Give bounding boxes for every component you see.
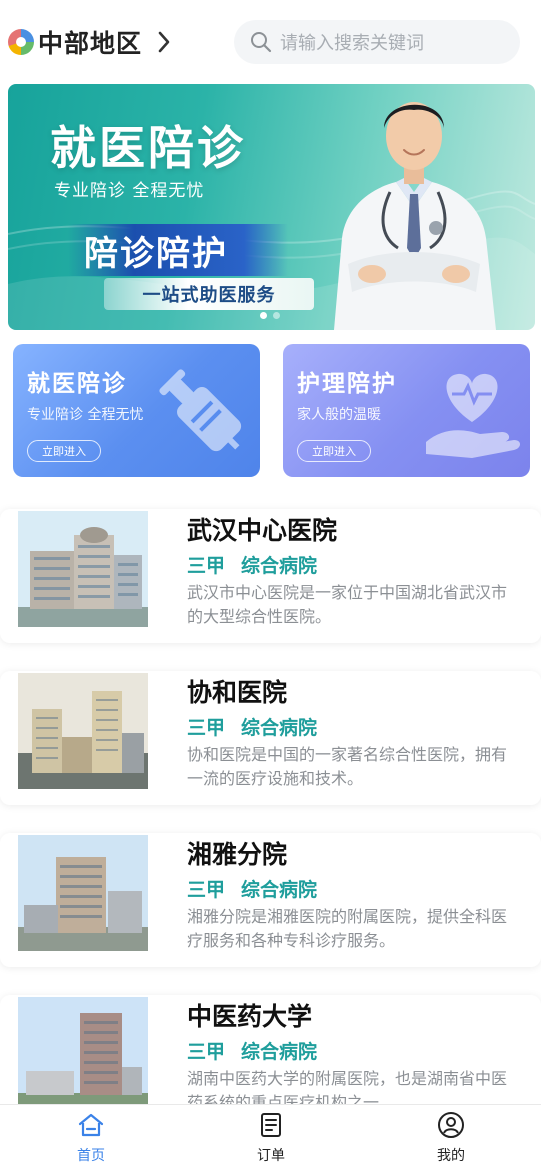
hospital-photo: [18, 673, 148, 789]
hospital-photo: [18, 997, 148, 1113]
hospital-type-tag: 综合病院: [241, 555, 318, 577]
hospital-card[interactable]: 湘雅分院 三甲 综合病院 湘雅分院是湘雅医院的附属医院，提供全科医疗服务和各种专…: [0, 833, 541, 967]
search-bar[interactable]: 请输入搜索关键词: [234, 20, 520, 64]
search-placeholder: 请输入搜索关键词: [280, 33, 424, 54]
doctor-illustration: [334, 102, 496, 330]
carousel-dot[interactable]: [260, 312, 267, 319]
search-icon: [250, 31, 272, 53]
hospital-level-tag: 三甲: [187, 879, 226, 901]
hospital-name: 中医药大学: [187, 1002, 313, 1031]
tab-label: 我的: [437, 1148, 465, 1164]
service-title: 就医陪诊: [27, 371, 127, 397]
service-card-escort[interactable]: 就医陪诊 专业陪诊 全程无忧 立即进入: [13, 344, 260, 477]
syringe-icon: [159, 369, 242, 452]
map-pin-icon: [8, 29, 34, 55]
hospital-name: 湘雅分院: [187, 840, 288, 869]
banner-tag-text: 陪诊陪护: [84, 233, 228, 274]
order-icon: [261, 1113, 281, 1137]
tab-label: 订单: [257, 1148, 285, 1164]
banner-subtitle: 专业陪诊 全程无忧: [54, 181, 205, 201]
tab-label: 首页: [77, 1148, 105, 1164]
hospital-card[interactable]: 武汉中心医院 三甲 综合病院 武汉市中心医院是一家位于中国湖北省武汉市的大型综合…: [0, 509, 541, 643]
hospital-tags: 三甲 综合病院: [187, 713, 317, 740]
hospital-tags: 三甲 综合病院: [187, 1037, 317, 1064]
service-subtitle: 家人般的温暖: [297, 407, 381, 423]
hospital-card[interactable]: 协和医院 三甲 综合病院 协和医院是中国的一家著名综合性医院，拥有一流的医疗设施…: [0, 671, 541, 805]
enter-button[interactable]: 立即进入: [27, 440, 101, 462]
carousel-dot[interactable]: [273, 312, 280, 319]
tab-orders[interactable]: 订单: [226, 1111, 316, 1165]
bottom-tab-bar: 首页 订单 我的: [0, 1104, 541, 1170]
region-name: 中部地区: [38, 29, 143, 58]
enter-button[interactable]: 立即进入: [297, 440, 371, 462]
banner-title: 就医陪诊: [50, 121, 246, 175]
hospital-type-tag: 综合病院: [241, 1041, 318, 1063]
tab-home[interactable]: 首页: [46, 1111, 136, 1165]
service-subtitle: 专业陪诊 全程无忧: [27, 407, 144, 423]
service-title: 护理陪护: [297, 371, 397, 397]
heart-hand-icon: [426, 373, 520, 458]
home-icon: [78, 1113, 104, 1137]
banner-strip: 一站式助医服务: [104, 278, 314, 310]
hospital-photo: [18, 511, 148, 627]
top-header: 中部地区 请输入搜索关键词: [0, 0, 541, 84]
hospital-tags: 三甲 综合病院: [187, 551, 317, 578]
hospital-level-tag: 三甲: [187, 555, 226, 577]
profile-icon: [438, 1112, 464, 1138]
tab-profile[interactable]: 我的: [406, 1111, 496, 1165]
chevron-right-icon: [154, 31, 174, 53]
region-selector[interactable]: 中部地区: [8, 24, 174, 60]
promo-banner[interactable]: 就医陪诊 专业陪诊 全程无忧 陪诊陪护 一站式助医服务: [8, 84, 535, 330]
service-card-nursing[interactable]: 护理陪护 家人般的温暖 立即进入: [283, 344, 530, 477]
hospital-tags: 三甲 综合病院: [187, 875, 317, 902]
hospital-type-tag: 综合病院: [241, 717, 318, 739]
hospital-name: 协和医院: [187, 678, 288, 707]
carousel-dots: [260, 312, 280, 319]
hospital-photo: [18, 835, 148, 951]
banner-strip-text: 一站式助医服务: [142, 285, 276, 306]
hospital-level-tag: 三甲: [187, 1041, 226, 1063]
hospital-level-tag: 三甲: [187, 717, 226, 739]
hospital-description: 协和医院是中国的一家著名综合性医院，拥有一流的医疗设施和技术。: [187, 745, 508, 788]
hospital-description: 武汉市中心医院是一家位于中国湖北省武汉市的大型综合性医院。: [187, 583, 508, 626]
hospital-description: 湘雅分院是湘雅医院的附属医院，提供全科医疗服务和各种专科诊疗服务。: [187, 907, 508, 950]
banner-tag: 陪诊陪护: [68, 224, 288, 276]
hospital-type-tag: 综合病院: [241, 879, 318, 901]
hospital-name: 武汉中心医院: [187, 516, 338, 545]
